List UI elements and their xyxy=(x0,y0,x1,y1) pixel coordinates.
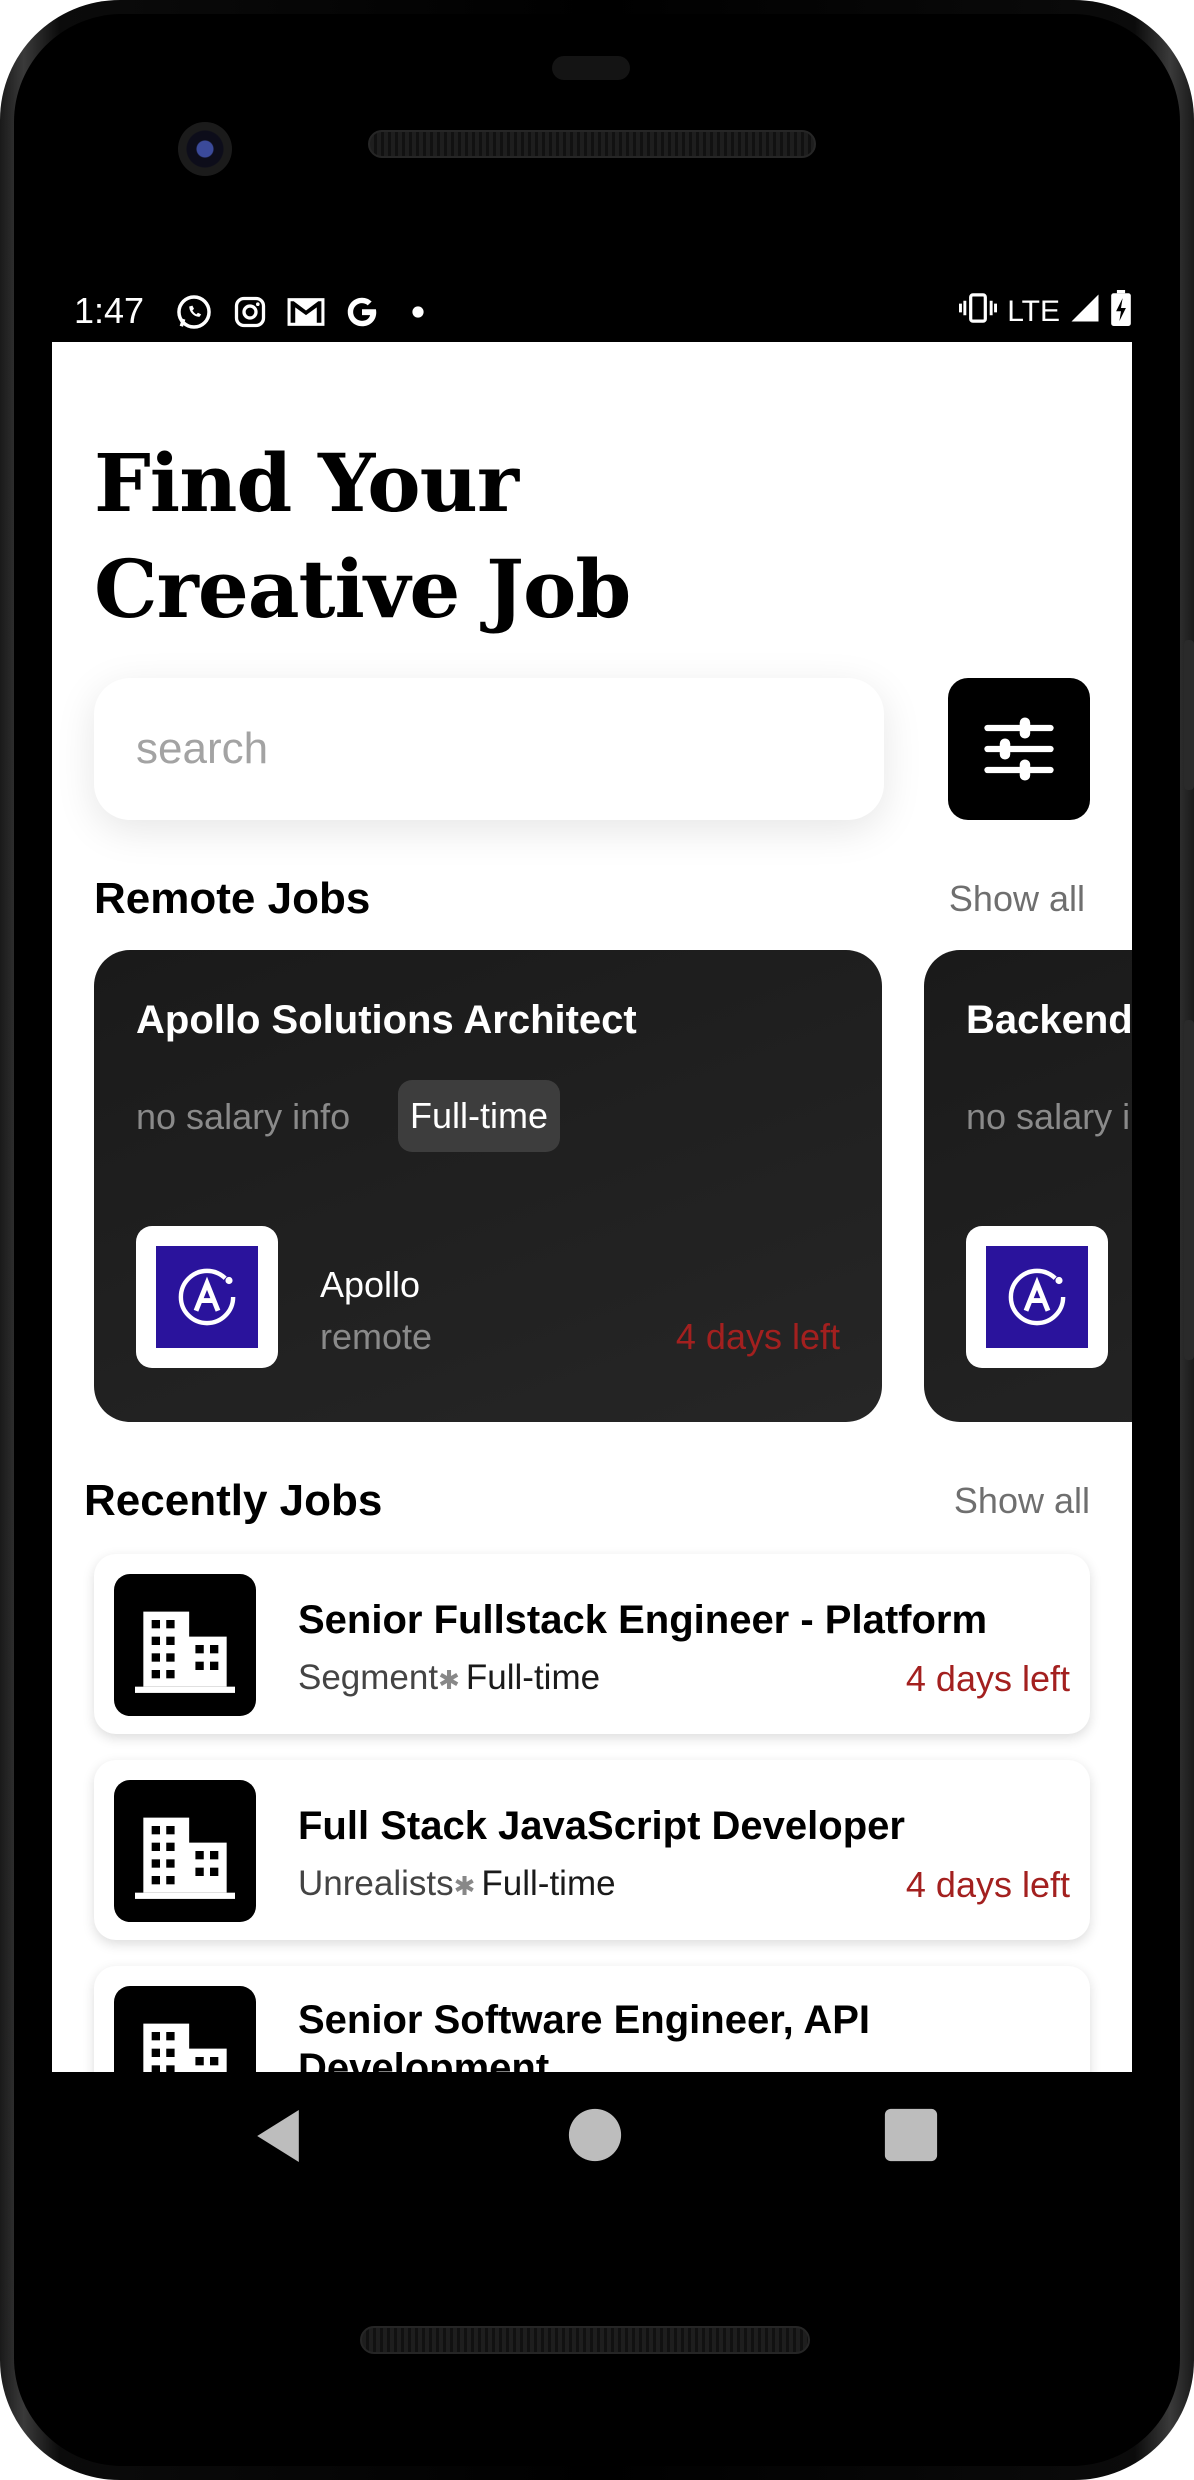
dot-icon xyxy=(398,292,438,332)
building-icon xyxy=(114,1780,256,1922)
vibrate-icon xyxy=(959,291,998,333)
recent-jobs-title: Recently Jobs xyxy=(84,1476,383,1525)
notification-icons xyxy=(174,292,438,332)
signal-icon xyxy=(1070,293,1100,331)
volume-button xyxy=(1184,1020,1194,1360)
company-name: Segment xyxy=(298,1658,439,1697)
power-button xyxy=(1184,640,1194,790)
remote-job-card[interactable]: Apollo Solutions Architect no salary inf… xyxy=(94,950,882,1422)
whatsapp-icon xyxy=(174,292,214,332)
job-list-item[interactable]: Senior Fullstack Engineer - Platform Seg… xyxy=(94,1554,1090,1734)
navigation-bar xyxy=(52,2072,1132,2202)
bottom-speaker xyxy=(360,2326,810,2354)
building-icon xyxy=(114,1574,256,1716)
job-title: Senior Software Engineer, API Developmen… xyxy=(298,1998,870,2072)
filter-button[interactable] xyxy=(948,678,1090,820)
page-title: Find Your Creative Job xyxy=(94,430,631,642)
job-title: Senior Fullstack Engineer - Platform xyxy=(298,1598,988,1642)
job-location: remote xyxy=(320,1316,433,1357)
company-logo xyxy=(136,1226,278,1368)
battery-charging-icon xyxy=(1110,290,1132,334)
network-type: LTE xyxy=(1007,295,1060,328)
search-input[interactable] xyxy=(136,724,884,774)
job-meta: Unrealists✱ Full-time xyxy=(298,1864,616,1904)
earpiece-speaker xyxy=(368,130,816,158)
recent-jobs-show-all[interactable]: Show all xyxy=(954,1480,1090,1522)
remote-jobs-title: Remote Jobs xyxy=(94,874,371,923)
days-left: 4 days left xyxy=(905,1658,1070,1699)
status-bar: 1:47 LTE xyxy=(52,280,1132,344)
search-box[interactable] xyxy=(94,678,884,820)
back-icon[interactable] xyxy=(252,2106,304,2171)
apollo-logo-icon xyxy=(156,1246,258,1348)
remote-jobs-show-all[interactable]: Show all xyxy=(949,878,1085,920)
sensor xyxy=(552,56,630,80)
gmail-icon xyxy=(286,292,326,332)
job-type: Full-time xyxy=(465,1658,601,1697)
company-logo xyxy=(966,1226,1108,1368)
job-title: Apollo Solutions Architect xyxy=(136,998,637,1042)
system-status: LTE xyxy=(959,290,1132,334)
apollo-logo-icon xyxy=(986,1246,1088,1348)
remote-job-card[interactable]: Backend no salary i xyxy=(924,950,1132,1422)
home-icon[interactable] xyxy=(566,2106,624,2169)
job-list-item[interactable]: Full Stack JavaScript Developer Unrealis… xyxy=(94,1760,1090,1940)
page-title-line-1: Find Your xyxy=(94,436,519,530)
instagram-icon xyxy=(230,292,270,332)
company-name: Apollo xyxy=(320,1264,421,1305)
salary-info: no salary info xyxy=(136,1096,351,1137)
building-icon xyxy=(114,1986,256,2072)
sliders-icon xyxy=(984,717,1054,781)
status-time: 1:47 xyxy=(74,290,145,331)
asterisk-icon: ✱ xyxy=(453,1871,476,1901)
job-type: Full-time xyxy=(481,1864,616,1903)
recents-icon[interactable] xyxy=(882,2106,940,2169)
app-screen: Find Your Creative Job Remote Jobs Show … xyxy=(52,342,1132,2072)
salary-info: no salary i xyxy=(966,1096,1131,1137)
job-meta: Segment✱ Full-time xyxy=(298,1658,600,1698)
company-name: Unrealists xyxy=(298,1864,454,1903)
page-title-line-2: Creative Job xyxy=(94,542,631,636)
job-title: Backend xyxy=(966,998,1132,1042)
job-type-tag: Full-time xyxy=(398,1080,561,1152)
google-icon xyxy=(342,292,382,332)
front-camera xyxy=(178,122,232,176)
days-left: 4 days left xyxy=(675,1316,840,1357)
job-list-item[interactable]: Senior Software Engineer, API Developmen… xyxy=(94,1966,1090,2072)
days-left: 4 days left xyxy=(905,1864,1070,1905)
job-title: Full Stack JavaScript Developer xyxy=(298,1804,905,1848)
asterisk-icon: ✱ xyxy=(438,1665,460,1695)
